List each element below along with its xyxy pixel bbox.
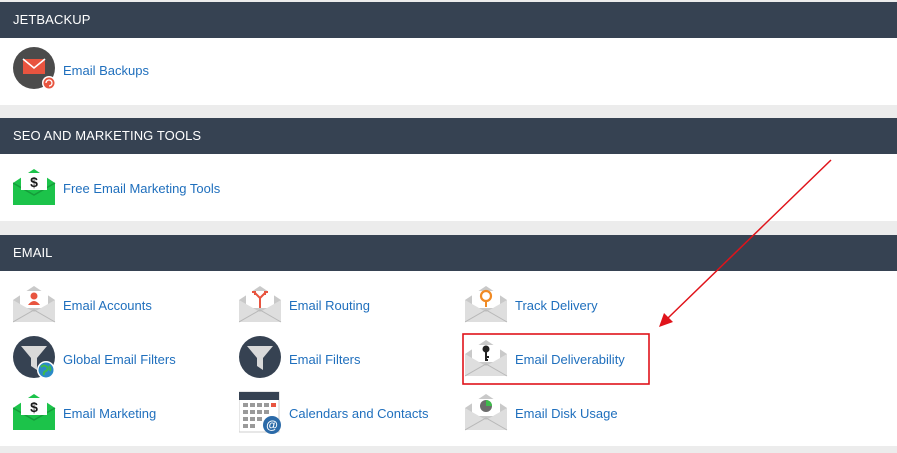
section-header-jetbackup: JETBACKUP	[0, 2, 897, 38]
calendars-and-contacts-label: Calendars and Contacts	[289, 405, 429, 421]
user-envelope-icon	[13, 286, 56, 323]
email-deliverability-label: Email Deliverability	[515, 351, 625, 367]
email-backups-label: Email Backups	[63, 62, 149, 78]
section-email: EMAIL Email Accounts Email Routing Track…	[0, 235, 897, 446]
svg-text:$: $	[30, 399, 38, 415]
svg-text:$: $	[30, 174, 38, 190]
free-email-marketing-tools-link[interactable]: $ Free Email Marketing Tools	[13, 165, 220, 211]
section-header-email: EMAIL	[0, 235, 897, 271]
section-header-seo-marketing-tools: SEO AND MARKETING TOOLS	[0, 118, 897, 154]
global-filter-icon	[13, 336, 55, 379]
email-routing-label: Email Routing	[289, 297, 370, 313]
track-delivery-label: Track Delivery	[515, 297, 598, 313]
location-envelope-icon	[465, 286, 508, 323]
key-envelope-icon	[465, 340, 508, 377]
email-disk-usage-link[interactable]: Email Disk Usage	[465, 390, 618, 436]
email-disk-usage-label: Email Disk Usage	[515, 405, 618, 421]
email-marketing-label: Email Marketing	[63, 405, 157, 421]
email-accounts-link[interactable]: Email Accounts	[13, 282, 152, 328]
disk-usage-envelope-icon	[465, 394, 508, 431]
calendars-and-contacts-link[interactable]: @ Calendars and Contacts	[239, 390, 428, 436]
routing-envelope-icon	[239, 286, 282, 323]
email-marketing-link[interactable]: $ Email Marketing	[13, 390, 156, 436]
calendar-contacts-icon: @	[239, 391, 281, 434]
dollar-envelope-icon: $	[13, 394, 56, 430]
dollar-envelope-icon: $	[13, 169, 56, 205]
email-accounts-label: Email Accounts	[63, 297, 152, 313]
section-jetbackup: JETBACKUP Email Backups	[0, 2, 897, 105]
email-backups-link[interactable]: Email Backups	[13, 47, 149, 93]
email-filters-label: Email Filters	[289, 351, 361, 367]
global-email-filters-label: Global Email Filters	[63, 351, 176, 367]
email-filters-link[interactable]: Email Filters	[239, 336, 361, 382]
section-seo-marketing-tools: SEO AND MARKETING TOOLS $ Free Email Mar…	[0, 118, 897, 221]
email-deliverability-link[interactable]: Email Deliverability	[465, 336, 625, 382]
track-delivery-link[interactable]: Track Delivery	[465, 282, 598, 328]
filter-icon	[239, 336, 281, 378]
global-email-filters-link[interactable]: Global Email Filters	[13, 336, 176, 382]
email-routing-link[interactable]: Email Routing	[239, 282, 370, 328]
free-email-marketing-tools-label: Free Email Marketing Tools	[63, 180, 221, 196]
email-backup-icon	[13, 47, 56, 90]
svg-text:@: @	[266, 418, 278, 432]
